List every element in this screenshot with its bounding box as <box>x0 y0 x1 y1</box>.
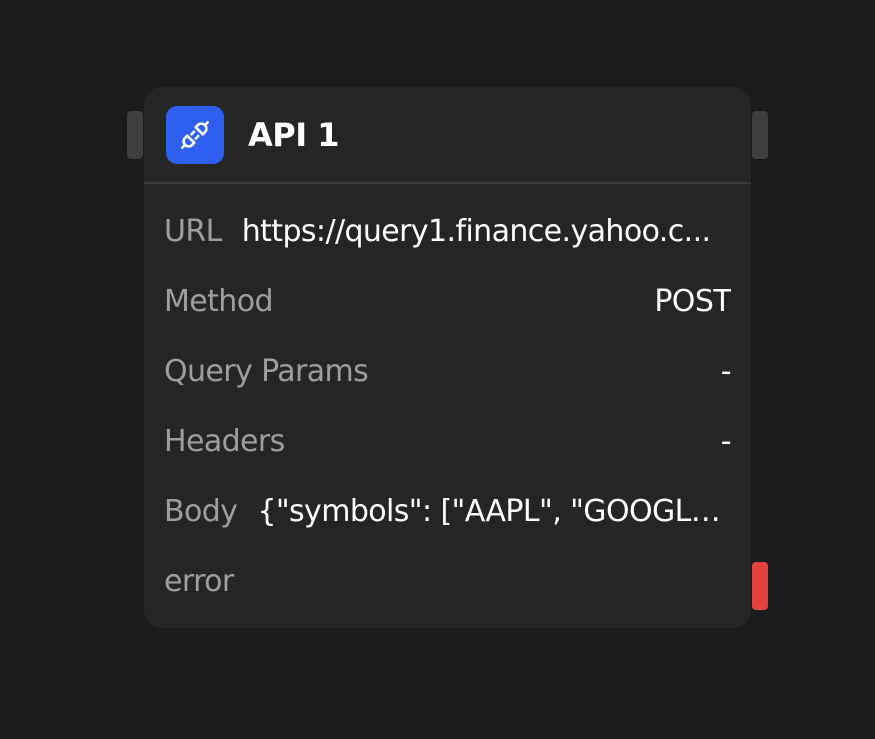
field-value: https://query1.finance.yahoo.c... <box>241 213 711 249</box>
workflow-canvas[interactable]: API 1 URL https://query1.finance.yahoo.c… <box>0 0 875 739</box>
field-row-url: URL https://query1.finance.yahoo.c... <box>164 196 731 266</box>
output-connection-handle[interactable] <box>752 111 768 159</box>
error-output-handle[interactable] <box>752 562 768 610</box>
node-title: API 1 <box>248 115 340 154</box>
field-value: {"symbols": ["AAPL", "GOOGL"]... <box>257 493 731 529</box>
node-header: API 1 <box>144 87 751 184</box>
field-label: Body <box>164 493 238 529</box>
field-value: POST <box>654 283 731 319</box>
field-value: - <box>720 353 731 389</box>
field-row-headers: Headers - <box>164 406 731 476</box>
plug-icon <box>166 105 224 164</box>
input-connection-handle[interactable] <box>127 111 143 159</box>
field-label: URL <box>164 213 222 249</box>
field-row-body: Body {"symbols": ["AAPL", "GOOGL"]... <box>164 476 731 546</box>
field-row-query-params: Query Params - <box>164 336 731 406</box>
field-label: Query Params <box>164 353 369 389</box>
error-output-label: error <box>164 563 234 599</box>
api-node[interactable]: API 1 URL https://query1.finance.yahoo.c… <box>144 87 751 628</box>
field-value: - <box>720 423 731 459</box>
field-row-method: Method POST <box>164 266 731 336</box>
error-output-row: error <box>164 546 731 616</box>
field-label: Headers <box>164 423 285 459</box>
field-label: Method <box>164 283 274 319</box>
node-fields: URL https://query1.finance.yahoo.c... Me… <box>144 196 751 616</box>
